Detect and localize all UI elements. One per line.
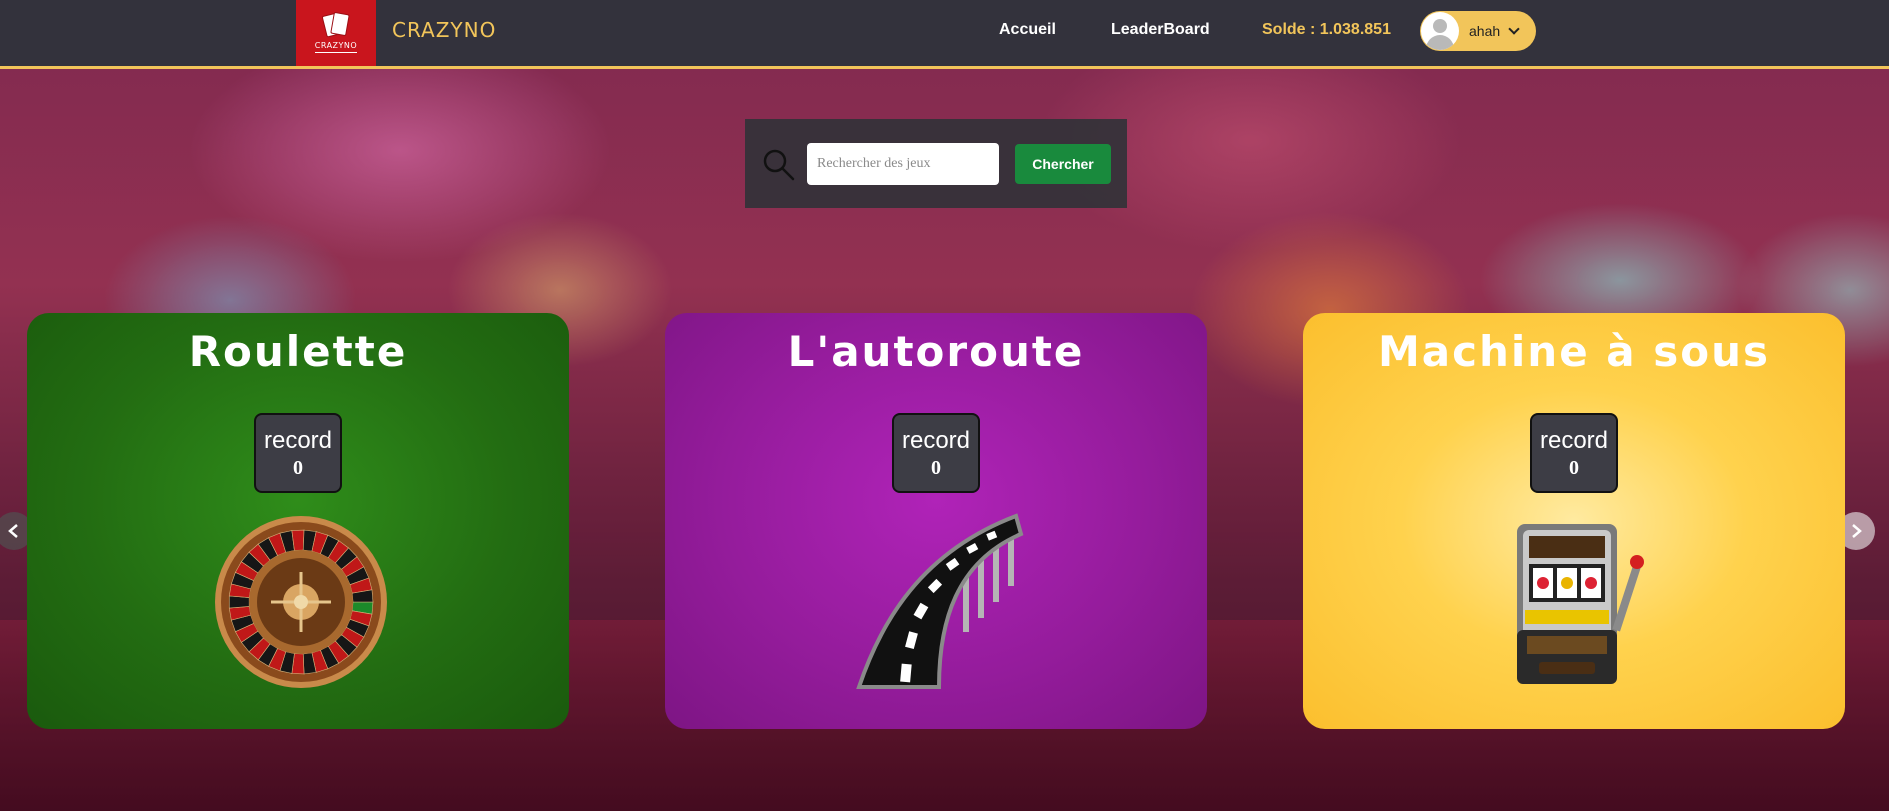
logo[interactable]: CRAZYNO: [296, 0, 376, 66]
playing-cards-icon: [321, 11, 351, 38]
username: ahah: [1469, 23, 1501, 39]
top-navbar: CRAZYNO CRAZYNO Accueil LeaderBoard Sold…: [0, 0, 1889, 69]
record-value: 0: [293, 457, 303, 479]
record-badge: record 0: [1530, 413, 1618, 493]
search-button[interactable]: Chercher: [1015, 144, 1111, 184]
record-label: record: [1539, 427, 1609, 454]
balance-display: Solde : 1.038.851: [1262, 21, 1391, 38]
search-input[interactable]: [807, 143, 999, 185]
search-icon: [763, 149, 795, 181]
game-title: Roulette: [188, 327, 408, 376]
nav-home-link[interactable]: Accueil: [999, 21, 1056, 39]
chevron-down-icon: [1508, 23, 1520, 35]
brand-name[interactable]: CRAZYNO: [392, 18, 496, 42]
record-label: record: [901, 427, 971, 454]
record-value: 0: [931, 457, 941, 479]
search-panel: Chercher: [745, 119, 1127, 208]
game-card-roulette[interactable]: Roulette record 0: [27, 313, 569, 729]
game-card-autoroute[interactable]: L'autoroute record 0: [665, 313, 1207, 729]
roulette-wheel-icon: [215, 516, 387, 688]
chevron-left-icon: [8, 524, 18, 538]
slot-machine-icon: [1517, 524, 1644, 684]
record-badge: record 0: [892, 413, 980, 493]
game-card-slot-machine[interactable]: Machine à sous record 0: [1303, 313, 1845, 729]
chevron-right-icon: [1852, 524, 1862, 538]
game-title: Machine à sous: [1377, 327, 1771, 376]
record-badge: record 0: [254, 413, 342, 493]
game-title: L'autoroute: [787, 327, 1085, 376]
user-menu-button[interactable]: ahah: [1420, 11, 1536, 51]
highway-road-icon: [856, 513, 1024, 689]
record-value: 0: [1569, 457, 1579, 479]
avatar: [1421, 12, 1459, 50]
logo-text: CRAZYNO: [314, 41, 358, 53]
nav-leaderboard-link[interactable]: LeaderBoard: [1111, 21, 1210, 39]
record-label: record: [263, 427, 333, 454]
